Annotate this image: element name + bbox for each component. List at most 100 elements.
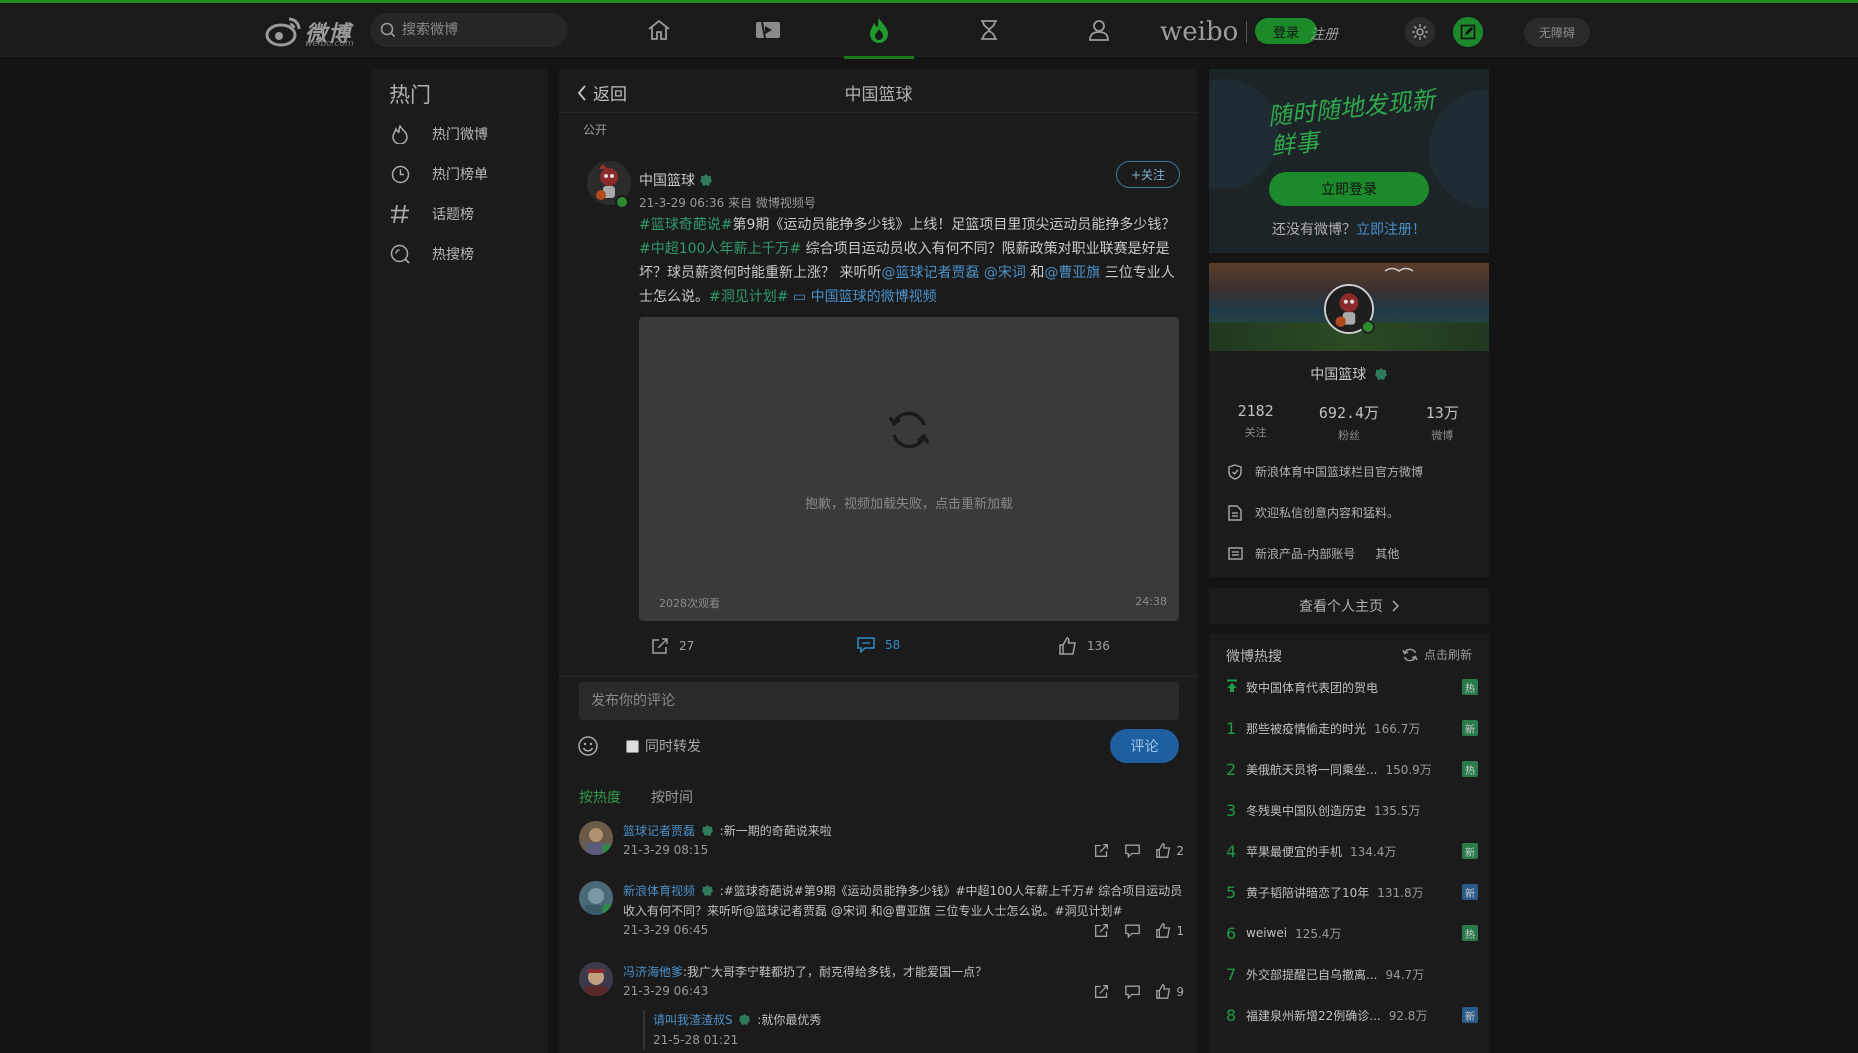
accessibility-button[interactable]: 无障碍	[1524, 18, 1590, 47]
comment-like-button[interactable]: 1	[1156, 923, 1184, 938]
search-box[interactable]	[370, 13, 568, 47]
hot-search-count: 92.8万	[1388, 1008, 1428, 1023]
stat-followers[interactable]: 692.4万 粉丝	[1302, 402, 1395, 443]
comment-input[interactable]	[591, 693, 1167, 709]
stat-following[interactable]: 2182 关注	[1209, 402, 1302, 443]
comment-button[interactable]: 58	[857, 637, 900, 653]
comment-text: 冯济海他爹:我广大哥李宁鞋都扔了，耐克得给多钱，才能爱国一点？	[623, 962, 1183, 982]
hot-rank: 3	[1226, 800, 1237, 820]
commenter-name[interactable]: 冯济海他爹	[623, 965, 683, 979]
comment-repost-button[interactable]	[1094, 923, 1109, 938]
hot-search-item[interactable]: 3 冬残奥中国队创造历史 135.5万	[1226, 798, 1478, 822]
hot-search-item[interactable]: 8 福建泉州新增22例确诊... 92.8万 新	[1226, 1003, 1478, 1027]
promo-register-link[interactable]: 立即注册！	[1356, 222, 1426, 238]
settings-button[interactable]	[1405, 17, 1435, 47]
refresh-button[interactable]: 点击刷新	[1402, 646, 1472, 663]
hot-badge: 新	[1462, 720, 1478, 736]
post-author[interactable]: 中国篮球	[639, 170, 713, 190]
repost-count: 27	[679, 639, 695, 653]
register-link[interactable]: 注册	[1310, 24, 1338, 44]
nav-hourglass[interactable]	[974, 15, 1004, 45]
thumbs-up-icon	[1156, 843, 1171, 858]
pin-top-icon	[1226, 678, 1246, 697]
compose-button[interactable]	[1453, 17, 1483, 47]
comment-repost-button[interactable]	[1094, 984, 1109, 999]
commenter-avatar[interactable]	[579, 821, 613, 855]
mention-link[interactable]: @曹亚旗	[1044, 265, 1100, 281]
profile-info-text: 新浪体育中国篮球栏目官方微博	[1255, 465, 1424, 479]
commenter-name[interactable]: 篮球记者贾磊	[623, 824, 695, 838]
mention-link[interactable]: @宋词	[984, 265, 1026, 281]
login-button[interactable]: 登录	[1255, 18, 1317, 44]
hot-search-item[interactable]: 7 外交部提醒已自乌撤离... 94.7万	[1226, 962, 1478, 986]
comment-like-button[interactable]: 2	[1156, 843, 1184, 858]
verified-icon	[739, 1013, 751, 1026]
hot-search-item[interactable]: 致中国体育代表团的贺电 热	[1226, 675, 1478, 699]
hashtag-link[interactable]: #篮球奇葩说#	[639, 217, 732, 233]
emoji-icon[interactable]	[577, 735, 599, 757]
decor-circle	[1429, 89, 1489, 209]
submit-comment-button[interactable]: 评论	[1110, 729, 1179, 763]
verified-icon	[700, 174, 712, 186]
comment-reply-button[interactable]	[1125, 924, 1141, 938]
comment-reply-button[interactable]	[1125, 985, 1141, 999]
tab-sort-time[interactable]: 按时间	[651, 787, 693, 807]
hot-search-item[interactable]: 6 weiwei 125.4万 热	[1226, 921, 1478, 945]
search-icon	[389, 243, 411, 265]
reload-icon[interactable]	[886, 407, 932, 453]
repost-also-checkbox[interactable]: 同时转发	[626, 736, 701, 756]
flame-icon	[870, 18, 888, 43]
comment-text: 篮球记者贾磊 :新一期的奇葩说来啦	[623, 821, 1183, 841]
sidebar-item-label: 热搜榜	[432, 247, 474, 263]
comment-time: 21-3-29 06:45	[623, 923, 709, 937]
nav-active-indicator	[844, 56, 914, 59]
nav-video[interactable]	[753, 15, 783, 45]
tab-sort-hot[interactable]: 按热度	[579, 787, 621, 807]
hashtag-link[interactable]: #洞见计划#	[709, 289, 788, 305]
mention-link[interactable]: @篮球记者贾磊	[881, 265, 979, 281]
mention-link[interactable]: ▭ 中国篮球的微博视频	[793, 289, 937, 305]
commenter-avatar[interactable]	[579, 881, 613, 915]
weibo-logo[interactable]: 微博 weibo.com	[265, 13, 357, 49]
promo-login-button[interactable]: 立即登录	[1269, 172, 1429, 206]
hot-search-item[interactable]: 1 那些被疫情偷走的时光 166.7万 新	[1226, 716, 1478, 740]
like-button[interactable]: 136	[1059, 637, 1110, 655]
hourglass-icon	[981, 20, 997, 40]
comment-input-box[interactable]	[579, 682, 1179, 720]
nav-home[interactable]	[644, 15, 674, 45]
nav-hot[interactable]	[864, 15, 894, 45]
comment-like-button[interactable]: 9	[1156, 984, 1184, 999]
comment-reply-button[interactable]	[1125, 844, 1141, 858]
comment-repost-button[interactable]	[1094, 843, 1109, 858]
thumbs-up-icon	[1156, 984, 1171, 999]
checkbox-box[interactable]	[626, 739, 639, 753]
hashtag-link[interactable]: #中超100人年薪上千万#	[639, 241, 801, 257]
sidebar-item-hot-weibo[interactable]: 热门微博	[389, 119, 539, 149]
search-input[interactable]	[402, 22, 552, 38]
hot-search-item[interactable]: 4 苹果最便宜的手机 134.4万 新	[1226, 839, 1478, 863]
commenter-name[interactable]: 新浪体育视频	[623, 884, 695, 898]
video-icon	[756, 21, 780, 39]
verified-badge-icon	[615, 195, 629, 209]
search-icon	[380, 22, 396, 38]
hot-search-item[interactable]: 2 美俄航天员将一同乘坐... 150.9万 热	[1226, 757, 1478, 781]
stat-posts[interactable]: 13万 微博	[1396, 402, 1489, 443]
hot-search-count: 166.7万	[1374, 721, 1421, 736]
hot-rank: 4	[1226, 841, 1237, 861]
video-player[interactable]: 抱歉，视频加载失败，点击重新加载 2028次观看 24:38	[639, 317, 1179, 621]
sidebar-item-hot-search[interactable]: 热搜榜	[389, 239, 539, 269]
hot-search-item[interactable]: 5 黄子韬陪讲暗恋了10年 131.8万 新	[1226, 880, 1478, 904]
sidebar-item-topics[interactable]: 话题榜	[389, 199, 539, 229]
hot-search-text: 福建泉州新增22例确诊...	[1246, 1008, 1381, 1023]
reply-author[interactable]: 请叫我渣渣叔S	[653, 1013, 733, 1027]
nav-profile[interactable]	[1084, 15, 1114, 45]
comment-body: :新一期的奇葩说来啦	[719, 824, 832, 838]
repost-button[interactable]: 27	[651, 637, 694, 655]
follow-button[interactable]: +关注	[1116, 161, 1180, 188]
commenter-avatar[interactable]	[579, 962, 613, 996]
view-profile-button[interactable]: 查看个人主页	[1209, 588, 1489, 624]
sidebar-item-hot-list[interactable]: 热门榜单	[389, 159, 539, 189]
comment-icon	[857, 637, 875, 653]
hot-search-count: 125.4万	[1295, 926, 1342, 941]
profile-name[interactable]: 中国篮球	[1209, 364, 1489, 384]
